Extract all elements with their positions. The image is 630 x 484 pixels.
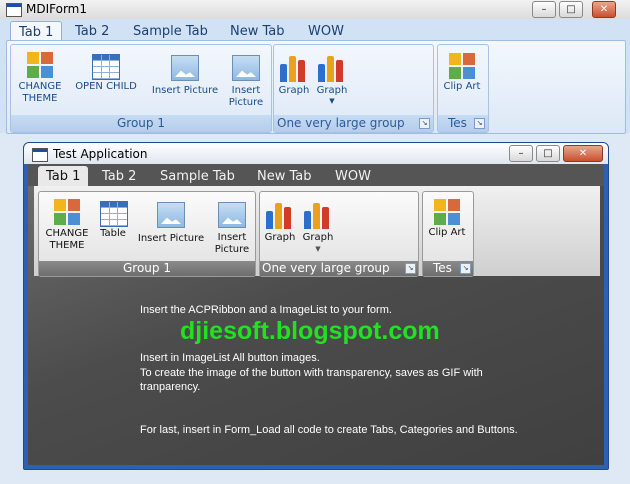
child-window: Test Application – □ ✕ Tab 1 Tab 2 Sampl…: [23, 142, 609, 470]
picture-icon: [232, 55, 260, 81]
group-launcher-icon[interactable]: ↘: [405, 263, 416, 274]
insert-picture-button[interactable]: Insert Picture: [148, 50, 222, 100]
group-launcher-icon[interactable]: ↘: [419, 118, 430, 129]
clip-art-icon: [449, 53, 475, 79]
bar-chart-icon: [317, 54, 347, 82]
insert-picture-2-label: Insert Picture: [214, 232, 250, 255]
child-title: Test Application: [53, 147, 148, 161]
clip-art-button[interactable]: Clip Art: [441, 52, 483, 98]
bar-chart-icon: [303, 201, 333, 229]
tab-2[interactable]: Tab 2: [94, 166, 144, 187]
graph-button[interactable]: Graph: [263, 199, 297, 245]
picture-icon: [171, 55, 199, 81]
table-button[interactable]: Table: [96, 197, 130, 245]
group-label: One very large group: [274, 115, 433, 132]
clip-art-label: Clip Art: [443, 81, 481, 92]
blog-watermark: djiesoft.blogspot.com: [180, 317, 440, 345]
close-button[interactable]: ✕: [592, 1, 616, 18]
tab-1[interactable]: Tab 1: [38, 166, 89, 187]
graph-label: Graph: [264, 232, 296, 243]
group-label: Group 1: [39, 261, 255, 276]
group-launcher-icon[interactable]: ↘: [460, 263, 471, 274]
group-launcher-icon[interactable]: ↘: [474, 118, 485, 129]
tab-new[interactable]: New Tab: [222, 21, 293, 42]
group-label: One very large group: [260, 261, 418, 276]
picture-icon: [157, 202, 185, 228]
bar-chart-icon: [279, 54, 309, 82]
clip-art-button[interactable]: Clip Art: [426, 198, 468, 244]
group-label: Group 1: [11, 115, 271, 132]
tab-new[interactable]: New Tab: [249, 166, 320, 187]
table-icon: [100, 201, 128, 227]
main-window-titlebar[interactable]: MDIForm1 – □ ✕: [0, 0, 630, 20]
insert-picture-label: Insert Picture: [137, 233, 205, 244]
insert-picture-button[interactable]: Insert Picture: [134, 197, 208, 249]
change-theme-button[interactable]: CHANGE THEME: [14, 50, 66, 108]
change-theme-label: CHANGE THEME: [18, 81, 62, 104]
table-label: Table: [100, 228, 126, 239]
change-theme-button[interactable]: CHANGE THEME: [42, 197, 92, 255]
child-titlebar[interactable]: Test Application – □ ✕: [24, 143, 608, 164]
clip-art-icon: [434, 199, 460, 225]
open-child-label: OPEN CHILD: [75, 81, 137, 92]
child-client-area: Tab 1 Tab 2 Sample Tab New Tab WOW Group…: [28, 164, 604, 465]
instruction-line-2: Insert in ImageList All button images.: [140, 352, 320, 364]
insert-picture-2-button[interactable]: Insert Picture: [212, 197, 252, 257]
open-child-button[interactable]: OPEN CHILD: [70, 50, 142, 96]
theme-icon: [27, 52, 53, 78]
graph-dropdown-button[interactable]: Graph ▼: [315, 52, 349, 108]
graph-button[interactable]: Graph: [277, 52, 311, 98]
insert-picture-label: Insert Picture: [151, 85, 219, 96]
theme-icon: [54, 199, 80, 225]
insert-picture-2-button[interactable]: Insert Picture: [226, 50, 266, 110]
chevron-down-icon: ▼: [329, 97, 335, 105]
app-icon: [6, 3, 22, 17]
close-button[interactable]: ✕: [563, 145, 603, 162]
tab-wow[interactable]: WOW: [327, 166, 379, 187]
tab-2[interactable]: Tab 2: [67, 21, 117, 42]
instruction-line-3: To create the image of the button with t…: [140, 367, 483, 393]
minimize-button[interactable]: –: [532, 1, 556, 18]
minimize-button[interactable]: –: [509, 145, 533, 162]
window-title: MDIForm1: [26, 2, 87, 16]
graph-dropdown-button[interactable]: Graph ▼: [301, 199, 335, 255]
picture-icon: [218, 202, 246, 228]
clip-art-label: Clip Art: [428, 227, 466, 238]
tab-wow[interactable]: WOW: [300, 21, 352, 42]
graph-label: Graph: [278, 85, 310, 96]
insert-picture-2-label: Insert Picture: [228, 85, 264, 108]
bar-chart-icon: [265, 201, 295, 229]
instruction-line-1: Insert the ACPRibbon and a ImageList to …: [140, 304, 392, 316]
tab-sample[interactable]: Sample Tab: [152, 166, 243, 187]
change-theme-label: CHANGE THEME: [45, 228, 89, 251]
instruction-line-4: For last, insert in Form_Load all code t…: [140, 424, 518, 436]
table-icon: [92, 54, 120, 80]
tab-sample[interactable]: Sample Tab: [125, 21, 216, 42]
chevron-down-icon: ▼: [315, 245, 321, 253]
maximize-button[interactable]: □: [559, 1, 583, 18]
app-icon: [32, 148, 48, 162]
maximize-button[interactable]: □: [536, 145, 560, 162]
